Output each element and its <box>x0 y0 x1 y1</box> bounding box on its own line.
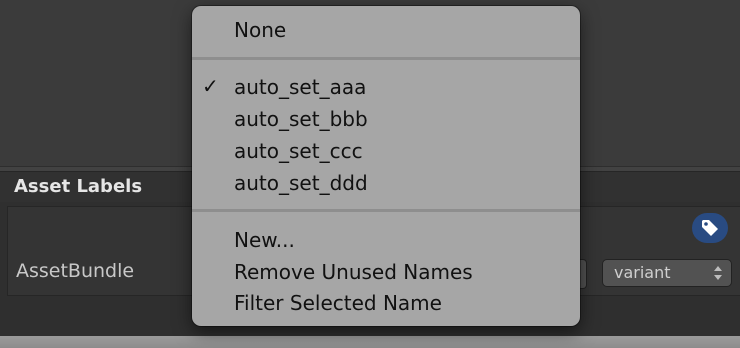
menu-item-auto-set-aaa[interactable]: ✓ auto_set_aaa <box>192 71 580 103</box>
menu-item-label: New... <box>234 228 295 252</box>
variant-select[interactable]: variant <box>602 259 732 287</box>
menu-item-label: None <box>234 18 287 42</box>
menu-item-remove-unused-names[interactable]: Remove Unused Names <box>192 256 580 288</box>
labels-button[interactable] <box>692 213 728 243</box>
menu-item-label: Remove Unused Names <box>234 260 473 284</box>
menu-item-auto-set-ddd[interactable]: auto_set_ddd <box>192 167 580 199</box>
menu-separator <box>192 57 580 60</box>
unity-inspector: Asset Labels AssetBundle variant None ✓ … <box>0 0 740 348</box>
menu-item-label: auto_set_ccc <box>234 139 363 163</box>
menu-item-auto-set-bbb[interactable]: auto_set_bbb <box>192 103 580 135</box>
checkmark-icon: ✓ <box>202 74 219 98</box>
menu-item-auto-set-ccc[interactable]: auto_set_ccc <box>192 135 580 167</box>
desktop-background <box>0 336 740 348</box>
section-title: Asset Labels <box>14 176 143 197</box>
tag-icon <box>702 220 718 236</box>
menu-item-none[interactable]: None <box>192 14 580 46</box>
updown-arrows-icon <box>714 266 722 280</box>
menu-item-label: Filter Selected Name <box>234 291 442 315</box>
assetbundle-label: AssetBundle <box>16 260 135 282</box>
menu-item-label: auto_set_ddd <box>234 171 368 195</box>
menu-item-label: auto_set_bbb <box>234 107 368 131</box>
menu-item-label: auto_set_aaa <box>234 75 367 99</box>
menu-item-filter-selected-name[interactable]: Filter Selected Name <box>192 287 580 319</box>
menu-separator <box>192 209 580 212</box>
assetbundle-dropdown-menu: None ✓ auto_set_aaa auto_set_bbb auto_se… <box>192 6 580 326</box>
menu-item-new[interactable]: New... <box>192 224 580 256</box>
variant-value: variant <box>614 263 671 282</box>
